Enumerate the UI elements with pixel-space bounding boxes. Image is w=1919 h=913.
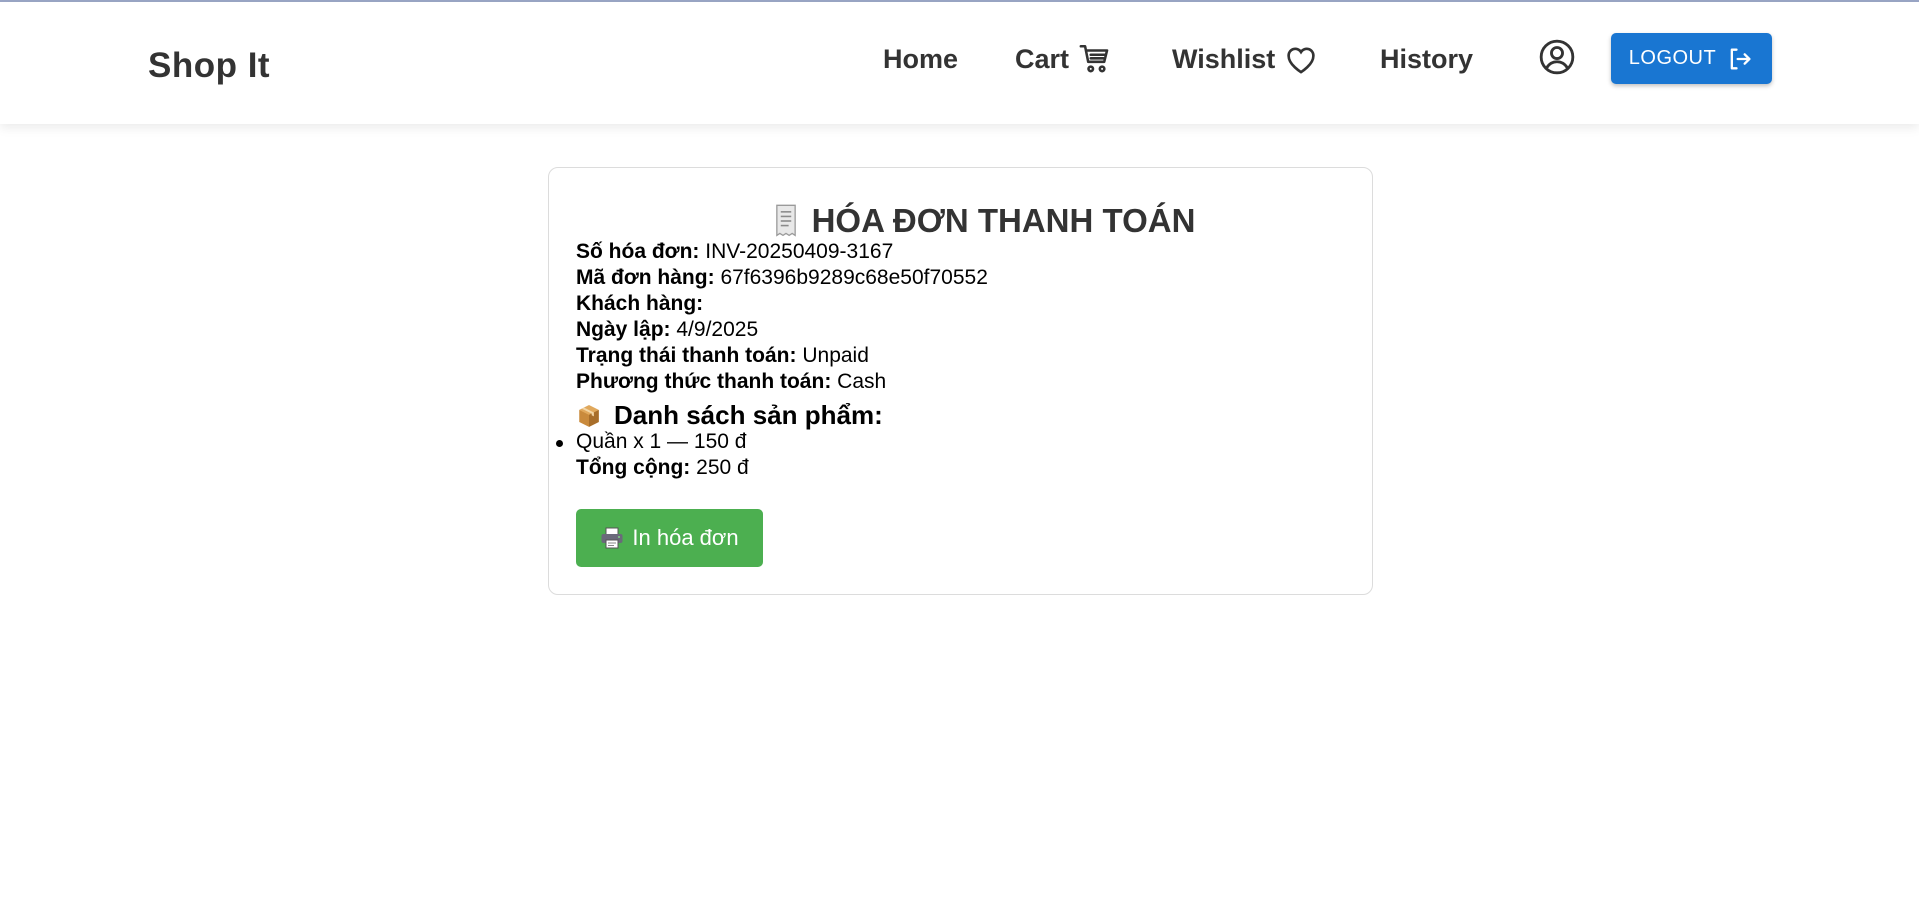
total-value: 250 đ	[696, 456, 749, 479]
invoice-card: HÓA ĐƠN THANH TOÁN Số hóa đơn: INV-20250…	[548, 167, 1373, 595]
products-heading-text: Danh sách sản phẩm:	[614, 400, 883, 430]
brand-logo[interactable]: Shop It	[148, 46, 270, 86]
order-id-row: Mã đơn hàng: 67f6396b9289c68e50f70552	[576, 266, 988, 290]
printer-icon	[601, 527, 623, 549]
field-label: Phương thức thanh toán:	[576, 370, 832, 393]
logout-icon	[1730, 48, 1751, 70]
field-label: Mã đơn hàng:	[576, 266, 715, 289]
heart-icon	[1287, 47, 1315, 74]
cart-icon	[1079, 44, 1109, 73]
nav-cart-label: Cart	[1015, 43, 1070, 74]
payment-method-row: Phương thức thanh toán: Cash	[576, 370, 886, 394]
logout-button[interactable]: LOGOUT	[1611, 33, 1772, 84]
profile-button[interactable]	[1530, 38, 1576, 76]
logout-label: LOGOUT	[1628, 47, 1717, 69]
list-item: Quần x 1 — 150 đ	[556, 430, 747, 454]
nav-cart[interactable]: Cart	[1015, 40, 1113, 78]
total-row: Tổng cộng: 250 đ	[576, 456, 749, 480]
products-heading: Danh sách sản phẩm:	[576, 400, 883, 431]
nav-home[interactable]: Home	[883, 40, 958, 78]
field-label: Số hóa đơn:	[576, 240, 700, 263]
field-label: Ngày lập:	[576, 318, 671, 341]
nav-wishlist[interactable]: Wishlist	[1172, 40, 1319, 78]
nav-home-label: Home	[883, 43, 959, 74]
field-value: 4/9/2025	[676, 318, 759, 341]
product-text: Quần x 1 — 150 đ	[576, 430, 747, 453]
field-value: Unpaid	[802, 344, 869, 367]
field-value: Cash	[837, 370, 887, 393]
field-value: 67f6396b9289c68e50f70552	[720, 266, 988, 289]
navbar: Shop It Home Cart Wishlist History LOGOU…	[0, 2, 1919, 124]
nav-wishlist-label: Wishlist	[1172, 43, 1276, 74]
total-label: Tổng cộng:	[576, 456, 691, 479]
print-label: In hóa đơn	[632, 525, 739, 550]
invoice-title-text: HÓA ĐƠN THANH TOÁN	[811, 202, 1196, 239]
user-circle-icon	[1539, 39, 1575, 75]
print-invoice-button[interactable]: In hóa đơn	[576, 509, 763, 567]
receipt-icon	[775, 204, 796, 237]
payment-status-row: Trạng thái thanh toán: Unpaid	[576, 344, 869, 368]
nav-history-label: History	[1380, 43, 1474, 74]
customer-row: Khách hàng:	[576, 292, 703, 316]
box-icon	[579, 404, 599, 427]
nav-history[interactable]: History	[1380, 40, 1473, 78]
date-row: Ngày lập: 4/9/2025	[576, 318, 758, 342]
field-value: INV-20250409-3167	[705, 240, 894, 263]
field-label: Trạng thái thanh toán:	[576, 344, 797, 367]
field-label: Khách hàng:	[576, 292, 704, 315]
bullet	[556, 440, 563, 447]
invoice-title: HÓA ĐƠN THANH TOÁN	[549, 202, 1372, 240]
invoice-number-row: Số hóa đơn: INV-20250409-3167	[576, 240, 893, 264]
